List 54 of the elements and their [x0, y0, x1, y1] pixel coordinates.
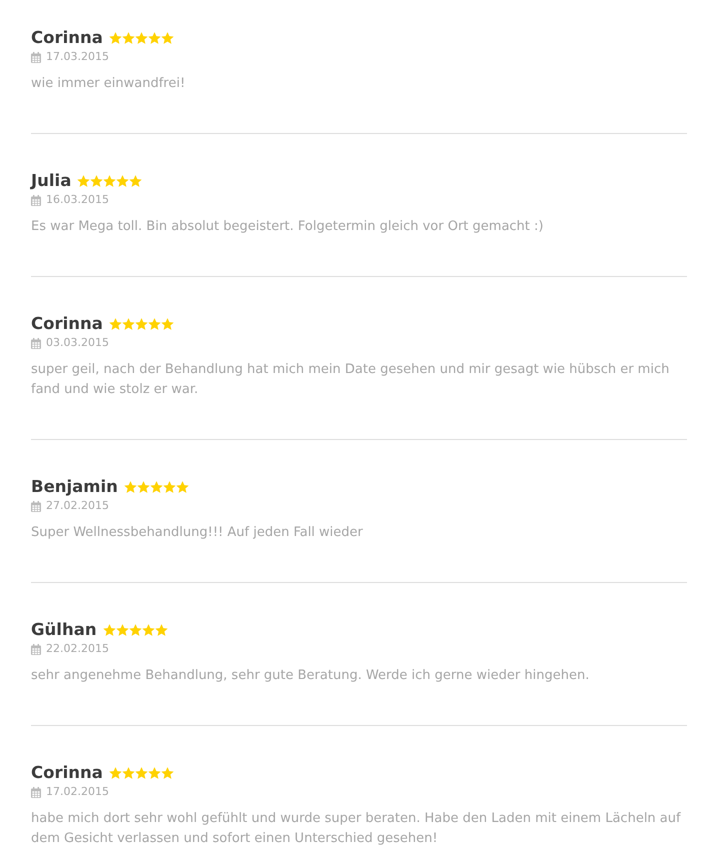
star-icon — [122, 318, 135, 330]
calendar-icon — [31, 194, 41, 206]
star-icon — [116, 624, 129, 636]
star-icon — [150, 481, 163, 493]
star-icon — [136, 481, 150, 493]
star-icon — [103, 175, 116, 187]
reviewer-name: Corinna — [31, 27, 103, 49]
star-icon — [128, 624, 142, 636]
star-icon — [129, 175, 142, 187]
star-icon — [122, 767, 135, 779]
review-date: 03.03.2015 — [46, 336, 109, 350]
star-icon — [134, 767, 148, 779]
review-text: Super Wellnessbehandlung!!! Auf jeden Fall wieder — [31, 524, 364, 542]
review-date: 27.02.2015 — [46, 499, 109, 513]
reviewer-name: Corinna — [31, 313, 103, 335]
review-date: 22.02.2015 — [46, 642, 109, 656]
star-icon — [148, 767, 161, 779]
calendar-icon — [31, 644, 41, 654]
star-icon — [162, 481, 176, 493]
star-icon — [160, 767, 174, 779]
review-text: habe mich dort sehr wohl gefühlt und wurde super beraten. Habe den Laden mit einem Lächeln auf dem Gesicht verlassen und sofort einen Unterschied gesehen! — [31, 810, 682, 848]
star-icon — [148, 32, 161, 44]
star-icon — [108, 32, 122, 44]
calendar-icon — [31, 52, 41, 62]
star-icon — [154, 624, 168, 636]
calendar-icon — [31, 786, 41, 798]
star-icon — [108, 767, 122, 779]
reviewer-name: Corinna — [31, 762, 103, 784]
star-icon — [176, 481, 189, 493]
review-text: Es war Mega toll. Bin absolut begeistert. Folgetermin gleich vor Ort gemacht :) — [31, 218, 544, 236]
star-icon — [142, 624, 155, 636]
star-icon — [116, 175, 130, 187]
reviewer-name: Benjamin — [31, 476, 118, 498]
star-icon — [160, 318, 174, 330]
star-icon — [102, 624, 116, 636]
star-icon — [134, 32, 148, 44]
star-icon — [160, 32, 174, 44]
star-icon — [124, 481, 137, 493]
review-date: 17.02.2015 — [46, 785, 109, 799]
review-text: sehr angenehme Behandlung, sehr gute Beratung. Werde ich gerne wieder hingehen. — [31, 667, 590, 685]
reviewer-name: Julia — [31, 170, 72, 192]
star-icon — [148, 318, 161, 330]
review-date: 16.03.2015 — [46, 193, 109, 207]
star-icon — [108, 318, 122, 330]
review-date: 17.03.2015 — [46, 50, 109, 64]
calendar-icon — [31, 338, 41, 348]
review-text: wie immer einwandfrei! — [31, 75, 186, 93]
star-icon — [122, 32, 135, 44]
star-icon — [77, 175, 90, 187]
review-text: super geil, nach der Behandlung hat mich mein Date gesehen und mir gesagt wie hübsch er mich fand und wie stolz er war. — [31, 361, 670, 399]
star-icon — [90, 175, 104, 187]
reviewer-name: Gülhan — [31, 619, 97, 641]
star-icon — [134, 318, 148, 330]
calendar-icon — [31, 500, 41, 512]
